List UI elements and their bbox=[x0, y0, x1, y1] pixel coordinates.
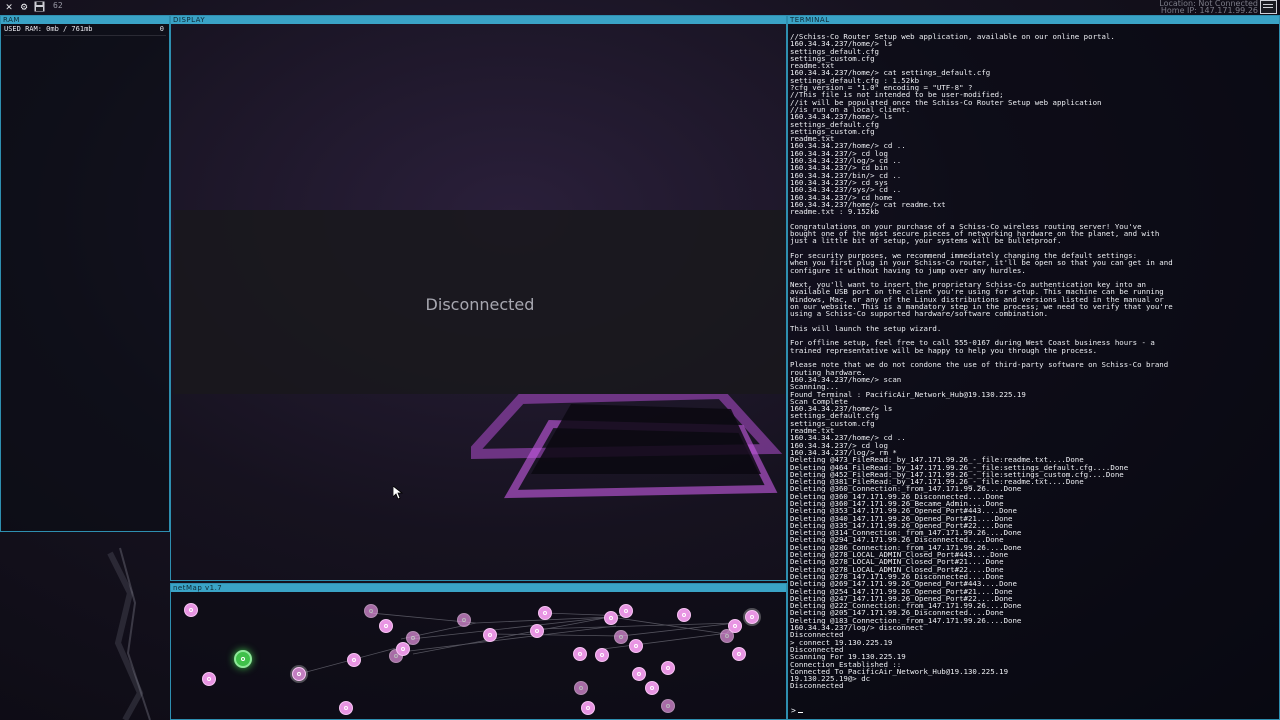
ram-panel-title: RAM bbox=[1, 16, 169, 24]
terminal-line: readme.txt : 9.152kb bbox=[790, 207, 879, 217]
network-node[interactable] bbox=[573, 647, 587, 661]
network-node[interactable] bbox=[604, 611, 618, 625]
ram-panel: RAM USED RAM: 0mb / 761mb 0 bbox=[0, 15, 170, 532]
terminal-line: This will launch the setup wizard. bbox=[790, 323, 942, 333]
network-node[interactable] bbox=[645, 681, 659, 695]
network-node[interactable] bbox=[396, 642, 410, 656]
display-panel: DISPLAY Disconnected bbox=[170, 15, 787, 581]
network-node[interactable] bbox=[339, 701, 353, 715]
network-node[interactable] bbox=[364, 604, 378, 618]
terminal-line: trained representative will be happy to … bbox=[790, 345, 1098, 355]
close-icon[interactable]: ✕ bbox=[3, 1, 15, 13]
terminal-line: Found Terminal : PacificAir_Network_Hub@… bbox=[790, 389, 1026, 399]
network-node-connected[interactable] bbox=[234, 650, 252, 668]
terminal-line: 160.34.34.237/home/> scan bbox=[790, 374, 902, 384]
save-icon[interactable] bbox=[33, 1, 45, 13]
display-panel-title: DISPLAY bbox=[171, 16, 786, 24]
terminal-line: > connect 19.130.225.19 bbox=[790, 637, 893, 647]
terminal-line: just a little bit of setup, your systems… bbox=[790, 236, 1062, 246]
netmap-links bbox=[298, 612, 737, 675]
display-area: Disconnected bbox=[174, 210, 786, 394]
network-node[interactable] bbox=[619, 604, 633, 618]
network-node[interactable] bbox=[483, 628, 497, 642]
gear-icon[interactable]: ⚙ bbox=[18, 1, 30, 13]
netmap-panel: netMap v1.7 bbox=[170, 583, 787, 720]
network-node[interactable] bbox=[661, 699, 675, 713]
terminal-line: settings_custom.cfg bbox=[790, 126, 875, 136]
network-node[interactable] bbox=[202, 672, 216, 686]
connection-status-text: Disconnected bbox=[425, 295, 535, 314]
background-triangle-art bbox=[471, 394, 783, 499]
terminal-panel: TERMINAL //Schiss-Co Router Setup web ap… bbox=[787, 15, 1280, 720]
network-node[interactable] bbox=[530, 624, 544, 638]
network-node[interactable] bbox=[728, 619, 742, 633]
network-node[interactable] bbox=[379, 619, 393, 633]
terminal-panel-title: TERMINAL bbox=[788, 16, 1279, 24]
ram-usage-value: 0 bbox=[159, 25, 164, 33]
terminal-line: Disconnected bbox=[790, 681, 844, 691]
network-node[interactable] bbox=[745, 610, 759, 624]
tick-counter: 62 bbox=[53, 1, 63, 10]
terminal-line: configure it without having to jump over… bbox=[790, 265, 1026, 275]
network-node[interactable] bbox=[406, 631, 420, 645]
network-node[interactable] bbox=[677, 608, 691, 622]
location-info: Location: Not Connected Home IP: 147.171… bbox=[1159, 0, 1258, 15]
mouse-cursor-icon bbox=[393, 486, 403, 500]
ram-usage-row: USED RAM: 0mb / 761mb 0 bbox=[4, 25, 166, 36]
terminal-line: 19.130.225.19@> dc bbox=[790, 674, 871, 684]
home-node-icon[interactable] bbox=[292, 667, 306, 681]
network-node[interactable] bbox=[574, 681, 588, 695]
network-node[interactable] bbox=[538, 606, 552, 620]
top-bar: ✕ ⚙ 62 Location: Not Connected Home IP: … bbox=[0, 0, 1280, 15]
terminal-line: using a Schiss-Co supported hardware/sof… bbox=[790, 309, 1049, 319]
network-node[interactable] bbox=[457, 613, 471, 627]
terminal-line: settings_custom.cfg bbox=[790, 418, 875, 428]
terminal-input[interactable]: > bbox=[791, 706, 803, 715]
terminal-output: //Schiss-Co Router Setup web application… bbox=[790, 33, 1277, 715]
network-node[interactable] bbox=[614, 630, 628, 644]
terminal-line: settings_custom.cfg bbox=[790, 53, 875, 63]
network-node[interactable] bbox=[661, 661, 675, 675]
network-node[interactable] bbox=[732, 647, 746, 661]
background-art bbox=[107, 547, 151, 720]
network-node[interactable] bbox=[632, 667, 646, 681]
network-node[interactable] bbox=[581, 701, 595, 715]
mail-icon[interactable] bbox=[1260, 0, 1277, 14]
network-node[interactable] bbox=[595, 648, 609, 662]
terminal-line: 160.34.34.237/log/> disconnect bbox=[790, 623, 924, 633]
network-node[interactable] bbox=[184, 603, 198, 617]
network-node[interactable] bbox=[347, 653, 361, 667]
home-ip-line: Home IP: 147.171.99.26 bbox=[1160, 6, 1258, 15]
ram-usage-label: USED RAM: 0mb / 761mb bbox=[4, 25, 93, 33]
network-node[interactable] bbox=[629, 639, 643, 653]
